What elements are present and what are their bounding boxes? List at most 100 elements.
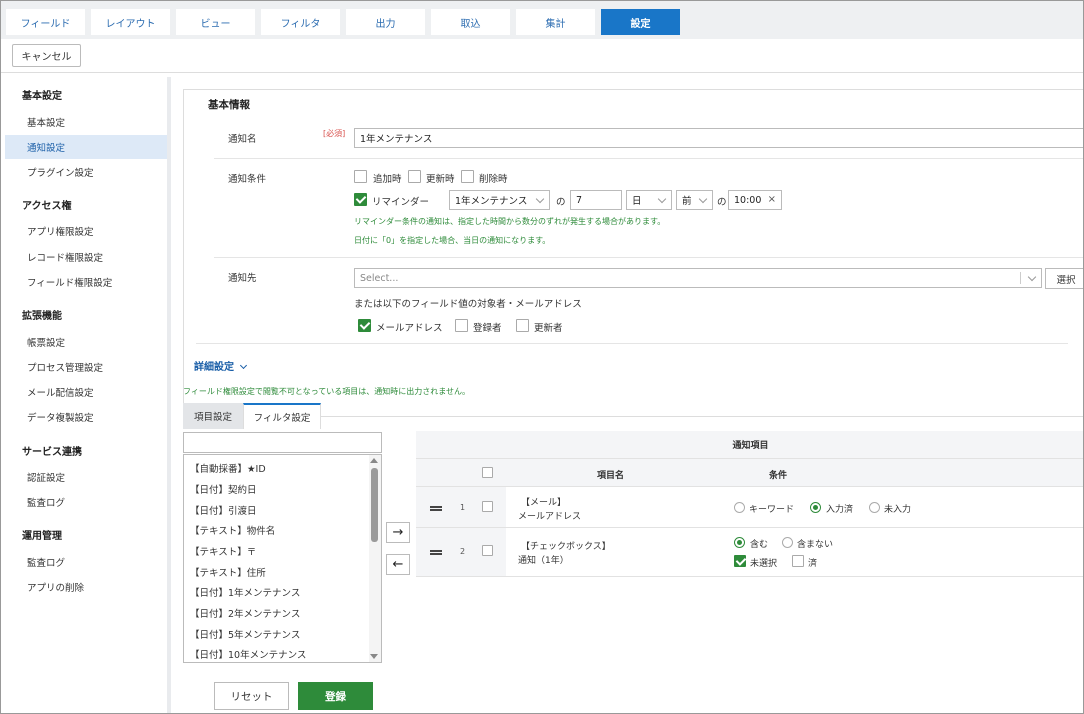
on-delete-checkbox[interactable] bbox=[461, 170, 474, 183]
sidebar: 基本設定 基本設定 通知設定 プラグイン設定 アクセス権 アプリ権限設定 レコー… bbox=[5, 77, 167, 713]
sidebar-item-mail-delivery[interactable]: メール配信設定 bbox=[5, 380, 167, 404]
cancel-button[interactable]: キャンセル bbox=[12, 44, 81, 67]
tab-export[interactable]: 出力 bbox=[346, 9, 425, 35]
list-item[interactable]: 【テキスト】〒 bbox=[190, 544, 256, 558]
reminder-label: リマインダー bbox=[372, 197, 430, 208]
tab-view[interactable]: ビュー bbox=[176, 9, 255, 35]
scroll-up-icon[interactable] bbox=[370, 458, 378, 463]
tab-settings[interactable]: 設定 bbox=[601, 9, 680, 35]
scroll-down-icon[interactable] bbox=[370, 654, 378, 659]
exclude-label: 含まない bbox=[797, 540, 834, 550]
unit-select[interactable]: 日 bbox=[626, 190, 672, 210]
sidebar-item-notification-settings[interactable]: 通知設定 bbox=[5, 135, 167, 159]
sidebar-item-process-management[interactable]: プロセス管理設定 bbox=[5, 355, 167, 379]
subtab-filter[interactable]: フィルタ設定 bbox=[243, 403, 321, 429]
tab-filter[interactable]: フィルタ bbox=[261, 9, 340, 35]
drag-handle-icon[interactable] bbox=[430, 506, 442, 511]
sidebar-heading-extensions: 拡張機能 bbox=[22, 311, 62, 322]
notification-name-input[interactable]: 1年メンテナンス bbox=[354, 128, 1083, 148]
chevron-down-icon bbox=[535, 194, 545, 204]
sidebar-item-plugin-settings[interactable]: プラグイン設定 bbox=[5, 160, 167, 184]
keyword-label: キーワード bbox=[749, 505, 795, 515]
list-item[interactable]: 【テキスト】住所 bbox=[190, 565, 266, 579]
unselected-checkbox[interactable] bbox=[734, 555, 746, 567]
table-row: 1 【メール】 メールアドレス キーワード 入力済 未入力 bbox=[416, 487, 1083, 528]
filled-label: 入力済 bbox=[826, 505, 854, 515]
reminder-note-1: リマインダー条件の通知は、指定した時間から数分のずれが発生する場合があります。 bbox=[354, 217, 666, 226]
row-checkbox[interactable] bbox=[482, 545, 493, 556]
reset-button[interactable]: リセット bbox=[214, 682, 289, 710]
on-add-checkbox[interactable] bbox=[354, 170, 367, 183]
list-item[interactable]: 【テキスト】物件名 bbox=[190, 523, 275, 537]
list-item[interactable]: 【日付】引渡日 bbox=[190, 503, 257, 517]
reminder-field-select[interactable]: 1年メンテナンス bbox=[449, 190, 550, 210]
recipient-email-checkbox[interactable] bbox=[358, 319, 371, 332]
sidebar-item-auth-settings[interactable]: 認証設定 bbox=[5, 465, 167, 489]
clear-icon[interactable]: × bbox=[768, 194, 776, 205]
tab-aggregate[interactable]: 集計 bbox=[516, 9, 595, 35]
offset-input[interactable]: 7 bbox=[570, 190, 622, 210]
on-update-checkbox[interactable] bbox=[408, 170, 421, 183]
recipient-creator-label: 登録者 bbox=[473, 323, 502, 334]
move-right-button[interactable]: → bbox=[386, 522, 410, 543]
move-left-button[interactable]: ← bbox=[386, 554, 410, 575]
row-number: 2 bbox=[460, 547, 466, 556]
sidebar-item-data-copy[interactable]: データ複製設定 bbox=[5, 405, 167, 429]
sidebar-item-forms[interactable]: 帳票設定 bbox=[5, 330, 167, 354]
sidebar-item-basic-settings[interactable]: 基本設定 bbox=[5, 110, 167, 134]
done-checkbox[interactable] bbox=[792, 555, 804, 567]
reminder-checkbox[interactable] bbox=[354, 193, 367, 206]
list-item[interactable]: 【自動採番】★ID bbox=[190, 461, 266, 475]
list-item[interactable]: 【日付】2年メンテナンス bbox=[190, 606, 300, 620]
recipient-updater-label: 更新者 bbox=[534, 323, 563, 334]
sidebar-item-audit-log[interactable]: 監査ログ bbox=[5, 550, 167, 574]
empty-radio[interactable] bbox=[869, 502, 880, 513]
recipient-updater-checkbox[interactable] bbox=[516, 319, 529, 332]
field-search-input[interactable] bbox=[183, 432, 382, 453]
recipient-note: または以下のフィールド値の対象者・メールアドレス bbox=[354, 299, 582, 310]
unit-value: 日 bbox=[632, 196, 642, 207]
list-item[interactable]: 【日付】契約日 bbox=[190, 482, 257, 496]
tab-import[interactable]: 取込 bbox=[431, 9, 510, 35]
subtab-items[interactable]: 項目設定 bbox=[183, 403, 243, 429]
include-label: 含む bbox=[750, 540, 769, 550]
sidebar-item-delete-app[interactable]: アプリの削除 bbox=[5, 575, 167, 599]
recipient-select[interactable]: Select... bbox=[354, 268, 1042, 288]
select-all-checkbox[interactable] bbox=[482, 467, 493, 478]
list-item[interactable]: 【日付】5年メンテナンス bbox=[190, 627, 300, 641]
filled-radio[interactable] bbox=[810, 502, 821, 513]
sidebar-item-record-permissions[interactable]: レコード権限設定 bbox=[5, 245, 167, 269]
table-row: 2 【チェックボックス】 通知（1年） 含む 含まない 未選択 済 bbox=[416, 528, 1083, 577]
row-checkbox[interactable] bbox=[482, 501, 493, 512]
app-window: フィールド レイアウト ビュー フィルタ 出力 取込 集計 設定 キャンセル 基… bbox=[0, 0, 1084, 714]
sidebar-item-audit-log-services[interactable]: 監査ログ bbox=[5, 490, 167, 514]
empty-label: 未入力 bbox=[884, 505, 912, 515]
field-picker-list[interactable]: 【自動採番】★ID 【日付】契約日 【日付】引渡日 【テキスト】物件名 【テキス… bbox=[183, 454, 382, 663]
scrollbar[interactable] bbox=[369, 455, 381, 662]
list-item[interactable]: 【日付】1年メンテナンス bbox=[190, 585, 300, 599]
sidebar-heading-access: アクセス権 bbox=[22, 201, 72, 212]
sidebar-item-field-permissions[interactable]: フィールド権限設定 bbox=[5, 270, 167, 294]
advanced-settings-toggle[interactable]: 詳細設定 bbox=[194, 358, 248, 373]
keyword-radio[interactable] bbox=[734, 502, 745, 513]
recipient-creator-checkbox[interactable] bbox=[455, 319, 468, 332]
direction-select[interactable]: 前 bbox=[676, 190, 713, 210]
drag-handle-icon[interactable] bbox=[430, 550, 442, 555]
sidebar-heading-basic: 基本設定 bbox=[22, 91, 62, 102]
arrow-left-icon: ← bbox=[392, 557, 404, 572]
sidebar-item-app-permissions[interactable]: アプリ権限設定 bbox=[5, 219, 167, 243]
time-input[interactable]: 10:00 × bbox=[728, 190, 782, 210]
tab-field[interactable]: フィールド bbox=[6, 9, 85, 35]
unselected-label: 未選択 bbox=[750, 559, 778, 569]
scrollbar-thumb[interactable] bbox=[371, 468, 378, 542]
tab-layout[interactable]: レイアウト bbox=[91, 9, 170, 35]
required-badge: [必須] bbox=[323, 129, 346, 138]
exclude-radio[interactable] bbox=[782, 537, 793, 548]
select-button[interactable]: 選択 bbox=[1045, 268, 1083, 289]
reminder-field-value: 1年メンテナンス bbox=[455, 196, 528, 207]
include-radio[interactable] bbox=[734, 537, 745, 548]
basic-info-section: 基本情報 通知名 [必須] 1年メンテナンス 通知条件 追加時 更新時 削除時 … bbox=[183, 89, 1083, 417]
save-button[interactable]: 登録 bbox=[298, 682, 373, 710]
row-field-type: 【メール】 bbox=[521, 498, 567, 508]
list-item[interactable]: 【日付】10年メンテナンス bbox=[190, 647, 306, 661]
